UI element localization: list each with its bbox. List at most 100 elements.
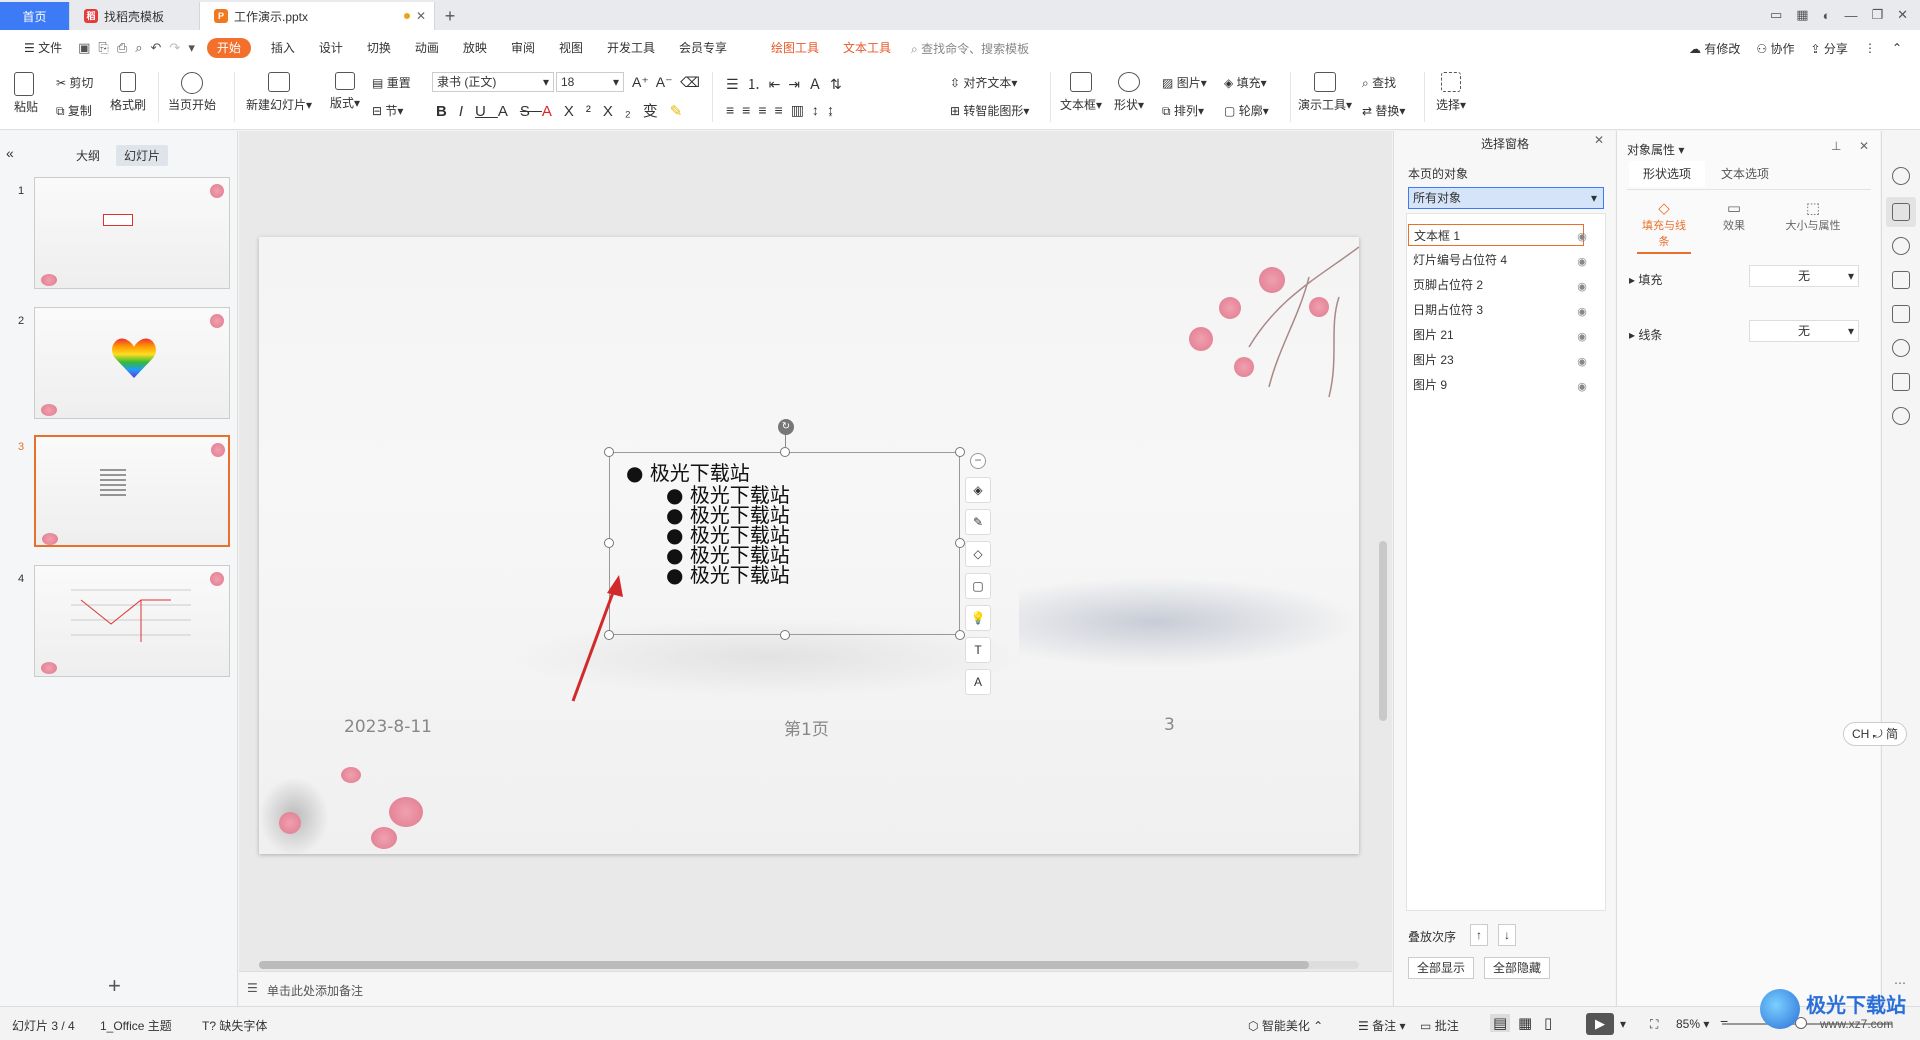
find-button[interactable]: ⌕ 查找 [1362, 74, 1396, 91]
export-icon[interactable]: ⎘ [94, 40, 112, 56]
help-icon[interactable] [1892, 407, 1910, 425]
highlight-icon[interactable]: ✎ [670, 103, 695, 120]
frame-icon[interactable]: ▢ [965, 573, 991, 599]
menu-member[interactable]: 会员专享 [667, 30, 739, 66]
bullet-item[interactable]: ● 极光下载站 [666, 559, 790, 588]
format-painter-button[interactable]: 格式刷 [110, 72, 146, 113]
tab-shape-options[interactable]: 形状选项 [1629, 161, 1705, 187]
pin-star-icon[interactable] [1892, 237, 1910, 255]
justify-icon[interactable]: ≡ [775, 102, 791, 118]
reading-view-icon[interactable]: ▯ [1544, 1014, 1552, 1032]
outline-tab[interactable]: 大纲 [68, 145, 108, 166]
slide-number-placeholder[interactable]: 3 [1164, 715, 1175, 735]
align-right-icon[interactable]: ≡ [758, 102, 774, 118]
slide-thumbnail-2[interactable] [34, 307, 230, 419]
outline-button[interactable]: ▢ 轮廓▾ [1224, 102, 1269, 119]
presenter-tools-button[interactable]: 演示工具▾ [1298, 72, 1352, 113]
phonetic-icon[interactable]: 变 [643, 103, 670, 120]
book-icon[interactable] [1892, 373, 1910, 391]
undo-icon[interactable]: ↶ [147, 40, 166, 56]
replace-button[interactable]: ⇄ 替换▾ [1362, 102, 1405, 119]
eye-icon[interactable]: ◉ [1574, 329, 1590, 345]
more-quick-icon[interactable]: ▾ [184, 40, 199, 56]
effect-tab[interactable]: ▭ 效果 [1707, 199, 1761, 233]
missing-font-button[interactable]: T? 缺失字体 [202, 1017, 267, 1034]
minimize-icon[interactable]: — [1844, 8, 1857, 23]
modified-button[interactable]: ☁ 有修改 [1689, 40, 1740, 57]
layers-icon[interactable]: ◈ [965, 477, 991, 503]
text-direction-icon[interactable]: Ａ [808, 76, 830, 92]
font-name-select[interactable]: 隶书 (正文) ▾ [432, 72, 554, 92]
slide-thumbnail-3[interactable] [34, 435, 230, 547]
eye-icon[interactable]: ◉ [1574, 304, 1590, 320]
pen-icon[interactable]: ✎ [965, 509, 991, 535]
resize-handle[interactable] [604, 538, 614, 548]
scroll-thumb[interactable] [1379, 541, 1387, 721]
menu-insert[interactable]: 插入 [259, 30, 307, 66]
textbox-button[interactable]: 文本框▾ [1060, 72, 1102, 113]
superscript-icon[interactable]: X² [564, 103, 603, 120]
save-icon[interactable]: ▣ [74, 40, 94, 56]
eye-icon[interactable]: ◉ [1574, 279, 1590, 295]
para-spacing-icon[interactable]: ↨ [827, 102, 842, 118]
slide-thumbnail-1[interactable] [34, 177, 230, 289]
pin-icon[interactable]: ⊥ [1831, 139, 1841, 153]
comments-button[interactable]: ▭ 批注 [1420, 1017, 1459, 1034]
text-format-icon[interactable]: T [965, 637, 991, 663]
slides-tab[interactable]: 幻灯片 [116, 145, 169, 166]
copy-icon[interactable] [1892, 271, 1910, 289]
cut-button[interactable]: ✂ 剪切 [56, 74, 93, 91]
image-icon[interactable] [1892, 305, 1910, 323]
text-shadow-icon[interactable]: A [498, 103, 520, 120]
menu-drawing-tools[interactable]: 绘图工具 [759, 30, 831, 66]
command-search[interactable]: ⌕ 查找命令、搜索模板 [911, 40, 1029, 57]
resize-handle[interactable] [780, 447, 790, 457]
resize-handle[interactable] [955, 538, 965, 548]
shrink-font-icon[interactable]: A⁻ [656, 74, 673, 90]
strikethrough-icon[interactable]: S [520, 103, 542, 120]
animation-icon[interactable] [1892, 167, 1910, 185]
bullet-list-icon[interactable]: ☰ [726, 76, 747, 92]
object-properties-title[interactable]: 对象属性 ▾ [1627, 141, 1684, 158]
resize-handle[interactable] [955, 630, 965, 640]
menu-text-tools[interactable]: 文本工具 [831, 30, 903, 66]
arrange-button[interactable]: ⧉ 排列▾ [1162, 102, 1204, 119]
footer-date[interactable]: 2023-8-11 [344, 717, 432, 737]
resize-handle[interactable] [604, 447, 614, 457]
hide-all-button[interactable]: 全部隐藏 [1484, 957, 1551, 979]
tab-document[interactable]: P 工作演示.pptx ✕ [200, 2, 435, 30]
menu-developer[interactable]: 开发工具 [595, 30, 667, 66]
zoom-out-icon[interactable]: − [1720, 1013, 1728, 1029]
scroll-thumb[interactable] [259, 961, 1309, 969]
eye-icon[interactable]: ◉ [1574, 229, 1590, 245]
fill-select[interactable]: 无 ▾ [1749, 265, 1859, 287]
distribute-icon[interactable]: ▥ [791, 102, 812, 118]
menu-animation[interactable]: 动画 [403, 30, 451, 66]
fit-icon[interactable]: ⛶ [1650, 1017, 1658, 1032]
vertical-scrollbar[interactable] [1379, 141, 1387, 911]
footer-text[interactable]: 第1页 [784, 715, 829, 740]
smart-beautify-button[interactable]: ⬡ 智能美化 ⌃ [1248, 1017, 1323, 1034]
restore-icon[interactable]: ❐ [1871, 7, 1883, 23]
align-text-button[interactable]: ⇳ 对齐文本▾ [950, 74, 1017, 91]
layout-icon[interactable]: ▭ [1770, 7, 1782, 23]
object-row[interactable]: 图片 9 [1408, 374, 1584, 396]
paste-button[interactable]: 粘贴 [14, 72, 38, 115]
resize-handle[interactable] [955, 447, 965, 457]
notes-button[interactable]: ☰ 备注 ▾ [1358, 1017, 1405, 1034]
collapse-ribbon-icon[interactable]: ⌃ [1892, 41, 1902, 55]
print-icon[interactable]: ⎙ [113, 40, 131, 56]
align-center-icon[interactable]: ≡ [742, 102, 758, 118]
new-slide-button[interactable]: 新建幻灯片▾ [246, 72, 312, 113]
menu-home[interactable]: 开始 [206, 38, 251, 58]
close-tab-icon[interactable]: ✕ [416, 9, 426, 23]
selected-textbox[interactable]: ● 极光下载站 ● 极光下载站 ● 极光下载站 ● 极光下载站 ● 极光下载站 … [604, 419, 965, 640]
object-row[interactable]: 图片 21 [1408, 324, 1584, 346]
properties-icon[interactable] [1892, 203, 1910, 221]
select-button[interactable]: 选择▾ [1436, 72, 1466, 113]
notes-placeholder[interactable]: 单击此处添加备注 [267, 982, 363, 999]
normal-view-icon[interactable]: ▤ [1490, 1014, 1511, 1032]
sorter-view-icon[interactable]: ▦ [1518, 1014, 1532, 1032]
grow-font-icon[interactable]: A⁺ [632, 74, 649, 90]
fill-section[interactable]: ▸ 填充 [1629, 271, 1662, 288]
